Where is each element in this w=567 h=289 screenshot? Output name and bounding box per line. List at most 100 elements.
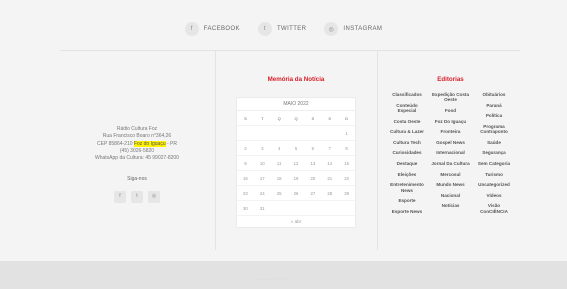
category-link[interactable]: Food — [445, 108, 456, 113]
weekday: D — [345, 115, 349, 121]
calendar-day[interactable]: 20 — [304, 171, 321, 185]
category-link[interactable]: Conteúdo Especial — [387, 103, 427, 114]
calendar-day[interactable]: 9 — [237, 156, 254, 170]
copyright-text: · · · · · · · · · · · · · · — [256, 277, 290, 282]
station-whatsapp[interactable]: WhatsApp da Cultura: 45 99027-8200 — [78, 155, 196, 162]
calendar-week: 23 24 25 26 27 28 29 — [237, 186, 355, 201]
weekday: Q — [294, 115, 298, 121]
twitter-link[interactable]: t TWITTER — [257, 22, 306, 36]
calendar-week: 1 — [237, 126, 355, 141]
calendar-day[interactable]: 23 — [237, 186, 254, 200]
category-link[interactable]: Esporte — [398, 198, 415, 203]
calendar-day[interactable]: 3 — [254, 141, 271, 155]
calendar-day[interactable]: 16 — [237, 171, 254, 185]
calendar-day[interactable]: 21 — [321, 171, 338, 185]
calendar-day[interactable]: 12 — [288, 156, 305, 170]
calendar-day — [271, 126, 288, 140]
calendar-day[interactable]: 28 — [321, 186, 338, 200]
instagram-link[interactable]: ◎ INSTAGRAM — [324, 22, 382, 36]
category-link[interactable]: Jornal Da Cultura — [431, 161, 469, 166]
instagram-icon[interactable]: ◎ — [148, 190, 160, 203]
facebook-icon[interactable]: f — [114, 190, 126, 203]
category-link[interactable]: Foz Do Iguaçu — [435, 119, 466, 124]
calendar-day[interactable]: 15 — [338, 156, 355, 170]
category-link[interactable]: Vídeos — [486, 193, 501, 198]
calendar-day[interactable]: 14 — [321, 156, 338, 170]
category-link[interactable]: Cultura & Lazer — [390, 129, 424, 134]
station-name: Rádio Cultura Foz — [116, 126, 158, 132]
weekday: S — [244, 115, 247, 121]
facebook-label: FACEBOOK — [203, 26, 240, 32]
calendar-prev-link[interactable]: « abr — [237, 216, 355, 227]
category-link[interactable]: Eleições — [398, 172, 417, 177]
category-link[interactable]: Curiosidades — [392, 150, 421, 155]
calendar-day[interactable]: 10 — [254, 156, 271, 170]
category-link[interactable]: Esporte News — [392, 209, 422, 214]
calendar-day[interactable]: 7 — [321, 141, 338, 155]
calendar-weekdays: S T Q Q S S D — [237, 111, 355, 126]
facebook-link[interactable]: f FACEBOOK — [184, 22, 240, 36]
calendar-day[interactable]: 25 — [271, 186, 288, 200]
category-link[interactable]: Expedição Costa Oeste — [431, 92, 471, 103]
calendar-day[interactable]: 13 — [304, 156, 321, 170]
category-link[interactable]: Política — [486, 113, 502, 118]
category-link[interactable]: Notícias — [442, 203, 460, 208]
category-link[interactable]: Gospel News — [436, 140, 465, 145]
category-link[interactable]: Paraná — [486, 103, 501, 108]
category-link[interactable]: Obituários — [483, 92, 506, 97]
column-divider-right — [377, 50, 378, 250]
category-link[interactable]: Classificados — [392, 92, 422, 97]
archive-column: Memória da Notícia MAIO 2022 S T Q Q S S… — [216, 76, 376, 228]
weekday: T — [261, 115, 264, 121]
category-link[interactable]: Entretenimento News — [387, 182, 427, 193]
station-phone[interactable]: (45) 3026-5820 — [78, 148, 196, 155]
calendar-day[interactable]: 4 — [271, 141, 288, 155]
calendar-day[interactable]: 11 — [271, 156, 288, 170]
category-link[interactable]: Fronteira — [441, 129, 461, 134]
calendar-day[interactable]: 30 — [237, 201, 254, 215]
category-link[interactable]: Mercosul — [440, 172, 460, 177]
category-column: Classificados Conteúdo Especial Costa Oest… — [387, 92, 427, 219]
category-link[interactable]: Internacional — [436, 150, 465, 155]
calendar-day[interactable]: 19 — [288, 171, 305, 185]
category-column: Obituários Paraná Política Programa Contrap… — [474, 92, 514, 219]
contact-column: Rádio Cultura Foz Rua Francisco Boaro n°… — [78, 126, 196, 203]
calendar-day[interactable]: 22 — [338, 171, 355, 185]
calendar-day[interactable]: 27 — [304, 186, 321, 200]
category-link[interactable]: Destaque — [397, 161, 418, 166]
category-link[interactable]: Uncategorized — [478, 182, 510, 187]
station-address: Rua Francisco Boaro n°364,26 — [102, 133, 172, 140]
calendar-day[interactable]: 31 — [254, 201, 271, 215]
calendar-day[interactable]: 24 — [254, 186, 271, 200]
follow-icons: f t ◎ — [78, 190, 196, 203]
calendar-day[interactable]: 6 — [304, 141, 321, 155]
category-link[interactable]: Turismo — [485, 172, 503, 177]
calendar-day[interactable]: 5 — [288, 141, 305, 155]
calendar-day — [304, 201, 321, 215]
category-link[interactable]: Nacional — [441, 193, 460, 198]
calendar-day[interactable]: 8 — [338, 141, 355, 155]
category-link[interactable]: Costa Oeste — [394, 119, 421, 124]
category-link[interactable]: Sem Categoria — [478, 161, 510, 166]
calendar-week: 16 17 18 19 20 21 22 — [237, 171, 355, 186]
editorias-title: Editorias — [437, 76, 464, 83]
calendar-day[interactable]: 2 — [237, 141, 254, 155]
calendar-day[interactable]: 29 — [338, 186, 355, 200]
category-link[interactable]: Cultura Tech — [393, 140, 421, 145]
weekday: S — [311, 115, 315, 121]
category-link[interactable]: Saúde — [487, 140, 501, 145]
calendar-day[interactable]: 18 — [271, 171, 288, 185]
calendar-day — [304, 126, 321, 140]
category-link[interactable]: Segurança — [482, 150, 506, 155]
calendar-day[interactable]: 17 — [254, 171, 271, 185]
category-link[interactable]: Visão ConCIÊNCIA — [474, 203, 514, 214]
calendar-day[interactable]: 26 — [288, 186, 305, 200]
category-link[interactable]: Programa Contraponto — [474, 124, 514, 135]
follow-label: Siga-nos — [127, 176, 147, 183]
twitter-icon[interactable]: t — [131, 190, 143, 203]
calendar-day[interactable]: 1 — [338, 126, 355, 140]
twitter-icon: t — [257, 22, 272, 36]
weekday: S — [328, 115, 332, 121]
category-link[interactable]: Mundo News — [436, 182, 464, 187]
instagram-label: INSTAGRAM — [343, 26, 383, 32]
